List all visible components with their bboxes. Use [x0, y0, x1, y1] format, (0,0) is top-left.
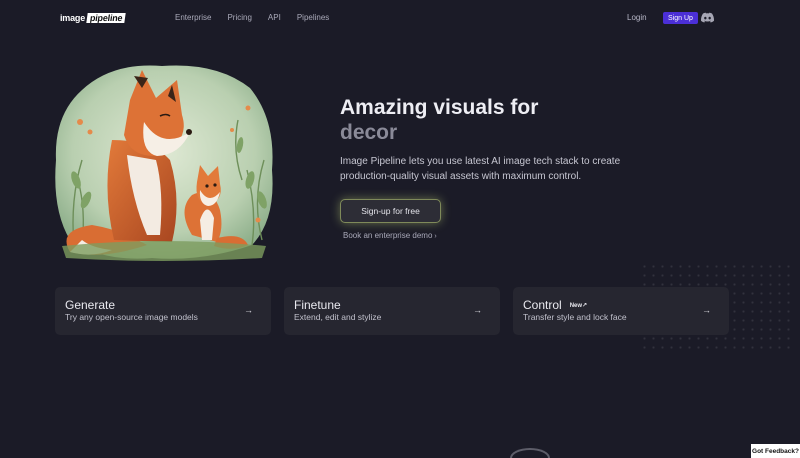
- arrow-right-icon: →: [244, 305, 253, 315]
- new-badge: New↗: [569, 303, 588, 309]
- nav-link-pricing[interactable]: Pricing: [227, 13, 251, 22]
- card-description: Transfer style and lock face: [523, 312, 627, 322]
- enterprise-demo-label: Book an enterprise demo: [343, 231, 433, 240]
- hero-title-highlight: decor: [340, 121, 398, 144]
- card-generate[interactable]: Generate Try any open-source image model…: [55, 287, 271, 335]
- nav-link-enterprise[interactable]: Enterprise: [175, 13, 211, 22]
- card-control[interactable]: Control New↗ Transfer style and lock face…: [513, 287, 729, 335]
- nav-link-api[interactable]: API: [268, 13, 281, 22]
- hero-title: Amazing visuals for decor: [340, 95, 538, 145]
- bottom-partial-graphic: [510, 448, 550, 458]
- nav-links: Enterprise Pricing API Pipelines: [175, 13, 345, 22]
- hero-title-main: Amazing visuals for: [340, 96, 539, 119]
- hero-fox-illustration: [55, 65, 273, 261]
- feedback-button[interactable]: Got Feedback?: [751, 444, 800, 458]
- card-description: Extend, edit and stylize: [294, 312, 382, 322]
- card-title: Generate: [65, 298, 116, 312]
- nav-link-pipelines[interactable]: Pipelines: [297, 13, 329, 22]
- enterprise-demo-link[interactable]: Book an enterprise demo ›: [343, 231, 437, 240]
- top-nav: image pipeline Enterprise Pricing API Pi…: [0, 0, 800, 36]
- logo-text-image: image: [60, 13, 86, 23]
- card-title-row: Control New↗: [523, 298, 587, 312]
- login-link[interactable]: Login: [627, 13, 647, 22]
- chevron-right-icon: ›: [434, 233, 437, 240]
- arrow-right-icon: →: [473, 305, 482, 315]
- logo[interactable]: image pipeline: [60, 12, 127, 24]
- signup-free-button[interactable]: Sign-up for free: [340, 199, 441, 223]
- card-description: Try any open-source image models: [65, 312, 198, 322]
- hero-description: Image Pipeline lets you use latest AI im…: [340, 156, 621, 182]
- card-finetune[interactable]: Finetune Extend, edit and stylize →: [284, 287, 500, 335]
- logo-text-pipeline: pipeline: [86, 13, 127, 23]
- discord-icon[interactable]: [701, 12, 714, 23]
- signup-button[interactable]: Sign Up: [663, 12, 698, 24]
- card-title: Control: [523, 298, 562, 312]
- card-title: Finetune: [294, 298, 341, 312]
- arrow-right-icon: →: [702, 305, 711, 315]
